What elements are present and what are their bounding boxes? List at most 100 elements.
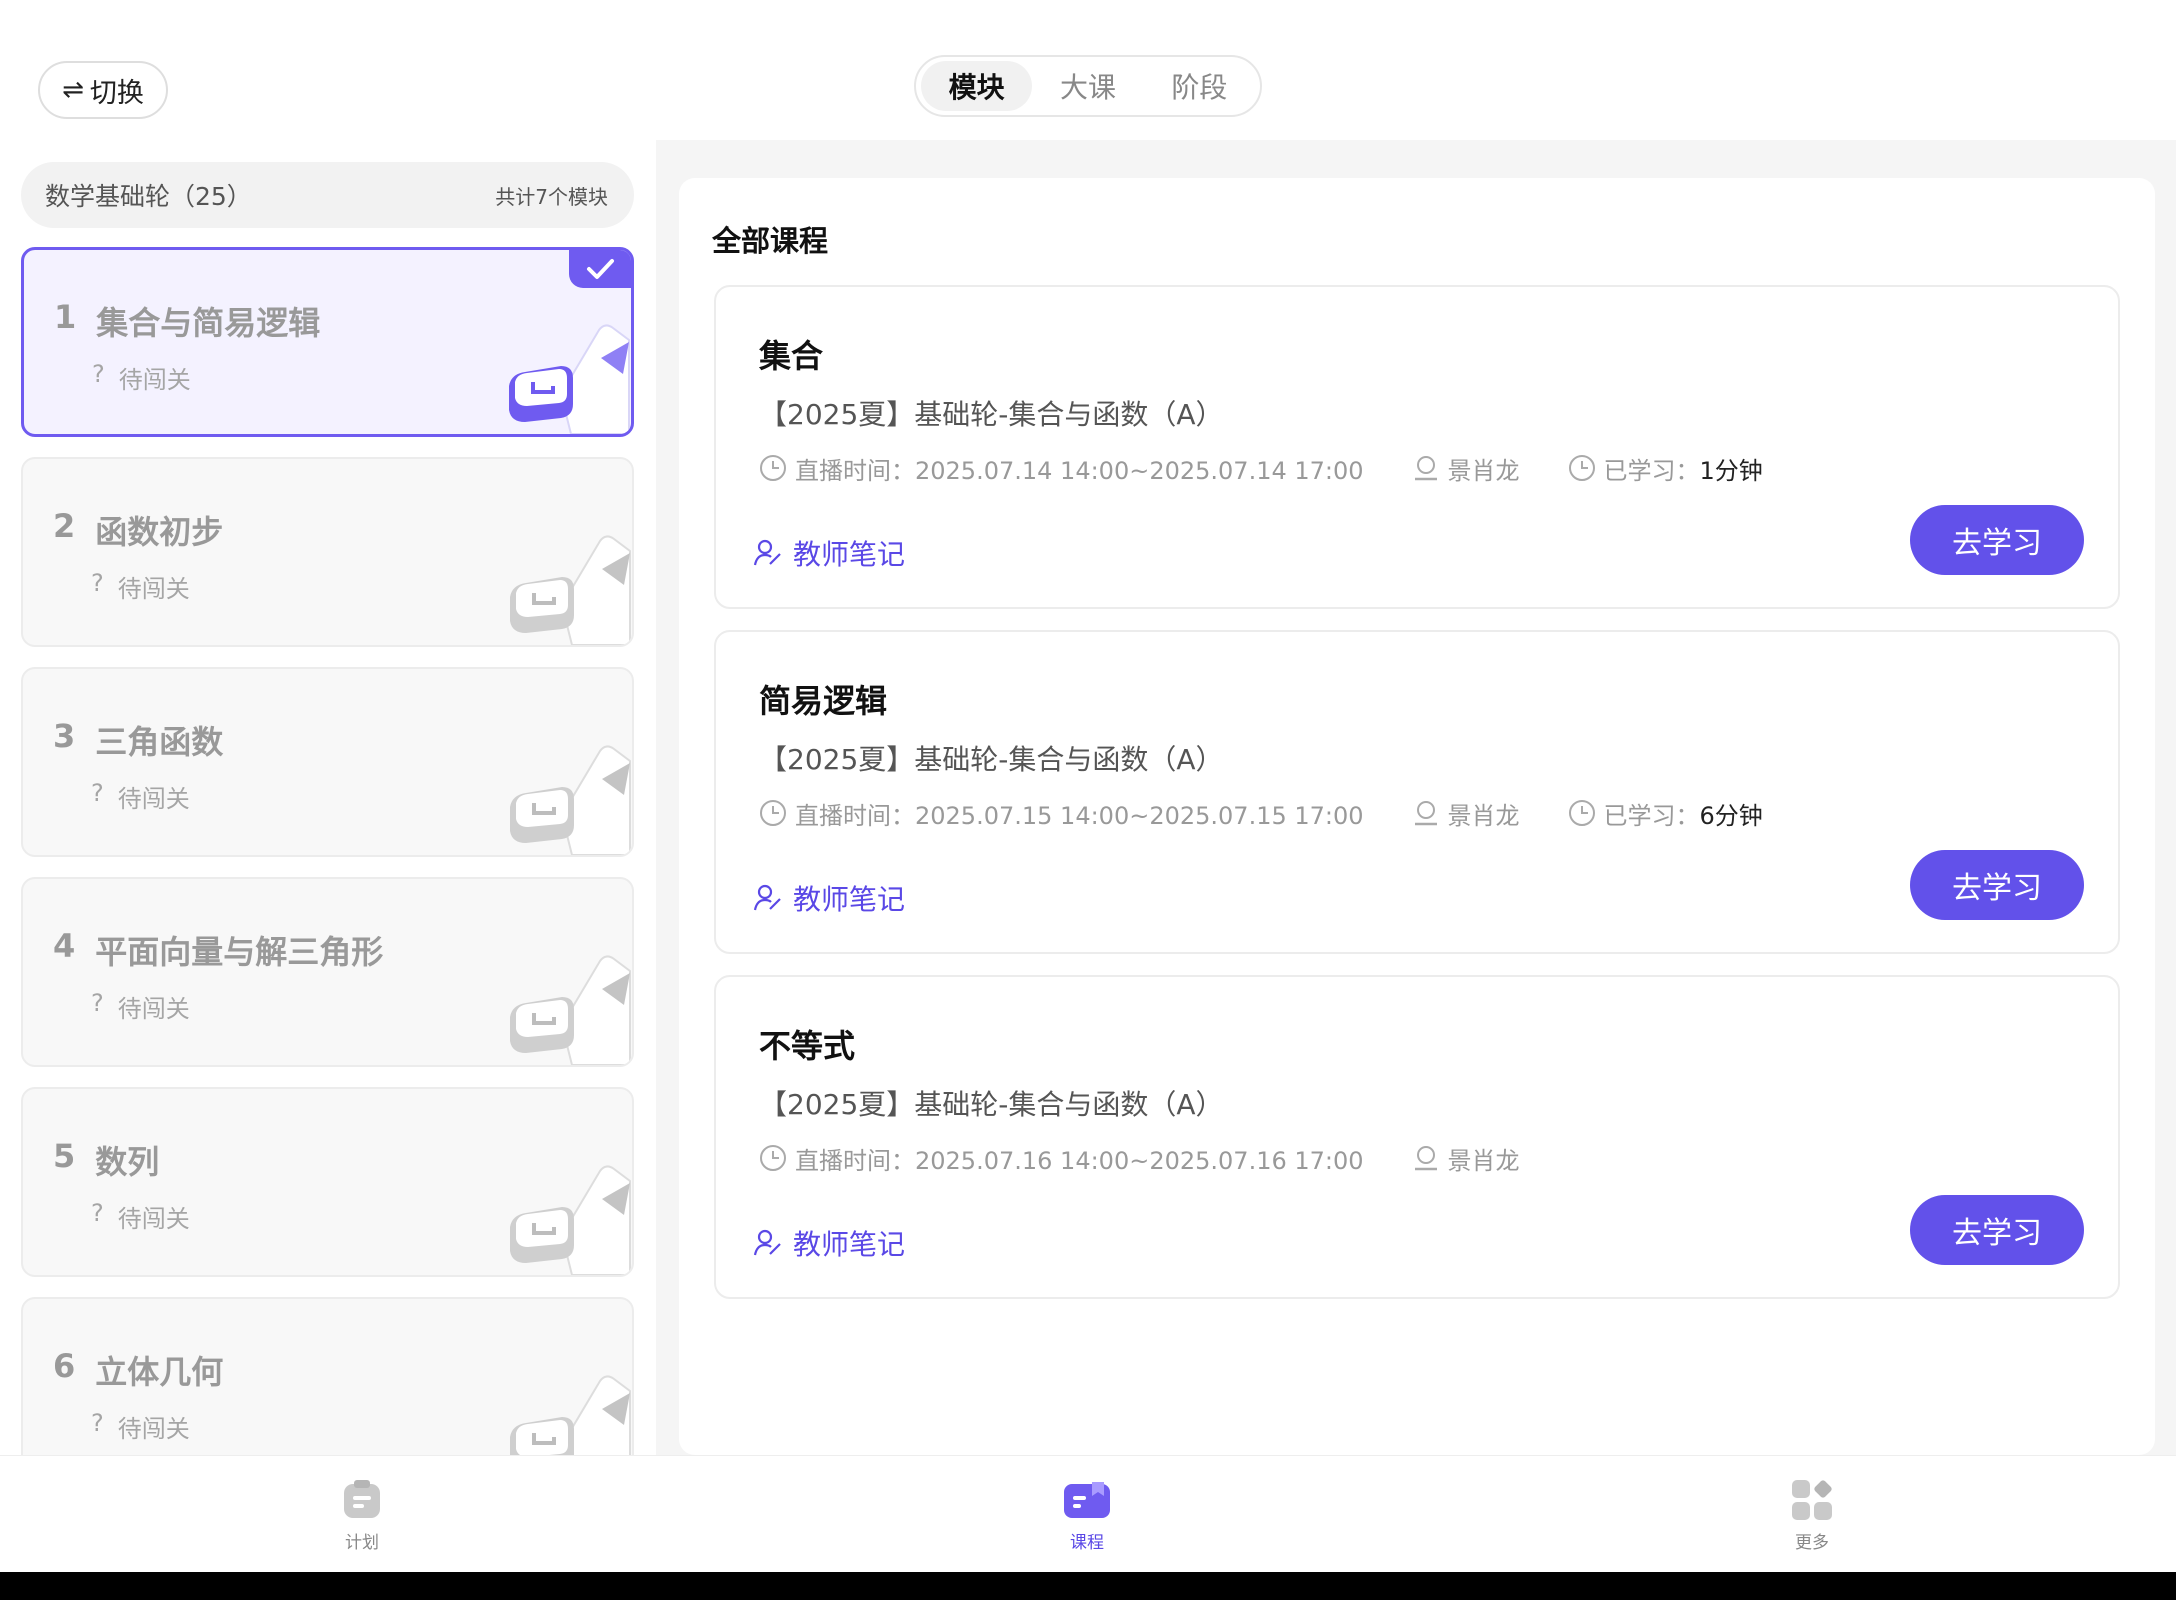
flag-book-icon xyxy=(510,745,631,855)
live-time-label: 直播时间： xyxy=(795,1146,915,1175)
module-title: 5 数列 xyxy=(53,1137,159,1183)
nav-more[interactable]: 更多 xyxy=(1752,1478,1872,1553)
live-time-label: 直播时间： xyxy=(795,456,915,485)
live-time: 直播时间：2025.07.14 14:00~2025.07.14 17:00 xyxy=(759,451,1364,486)
teacher-notes-link[interactable]: 教师笔记 xyxy=(753,1223,905,1263)
module-title: 4 平面向量与解三角形 xyxy=(53,927,383,973)
module-card-2[interactable]: 2 函数初步 ? 待闯关 xyxy=(21,457,634,647)
question-icon: ? xyxy=(92,360,105,388)
studied-label: 已学习： xyxy=(1603,801,1700,830)
module-number: 5 xyxy=(53,1137,76,1175)
course-card-3: 不等式 【2025夏】基础轮-集合与函数（A） 直播时间：2025.07.16 … xyxy=(714,975,2120,1299)
course-card-1: 集合 【2025夏】基础轮-集合与函数（A） 直播时间：2025.07.14 1… xyxy=(714,285,2120,609)
person-icon xyxy=(1414,1146,1437,1171)
teacher-note-icon xyxy=(753,1229,781,1256)
module-status-label: 待闯关 xyxy=(117,1205,190,1233)
teacher-notes-link[interactable]: 教师笔记 xyxy=(753,878,905,918)
question-icon: ? xyxy=(91,1409,104,1437)
bottom-navigation: 计划 课程 更多 xyxy=(0,1455,2176,1572)
flag-book-icon xyxy=(510,1165,631,1275)
course-subtitle: 【2025夏】基础轮-集合与函数（A） xyxy=(759,1088,1224,1121)
switch-button[interactable]: ⇌ 切换 xyxy=(38,61,168,119)
module-name: 数列 xyxy=(95,1143,160,1181)
course-subtitle: 【2025夏】基础轮-集合与函数（A） xyxy=(759,398,1224,431)
course-name: 集合 xyxy=(759,337,824,375)
course-meta: 直播时间：2025.07.16 14:00~2025.07.16 17:00 景… xyxy=(759,1141,1568,1175)
module-status: ? 待闯关 xyxy=(92,360,191,395)
switch-arrows-icon: ⇌ xyxy=(62,75,84,105)
flag-book-icon xyxy=(510,1375,631,1455)
teacher-name: 景肖龙 xyxy=(1447,801,1520,830)
tab-module[interactable]: 模块 xyxy=(921,61,1033,111)
go-study-button[interactable]: 去学习 xyxy=(1910,850,2084,920)
module-card-6[interactable]: 6 立体几何 ? 待闯关 xyxy=(21,1297,634,1455)
person-icon xyxy=(1414,456,1437,481)
live-time-value: 2025.07.14 14:00~2025.07.14 17:00 xyxy=(915,456,1364,485)
module-name: 函数初步 xyxy=(95,513,224,551)
module-group-header[interactable]: 数学基础轮（25） 共计7个模块 xyxy=(21,162,634,228)
tab-stage[interactable]: 阶段 xyxy=(1144,61,1255,111)
studied-duration: 已学习：1分钟 xyxy=(1568,451,1763,486)
group-count: 共计7个模块 xyxy=(495,184,608,209)
live-time: 直播时间：2025.07.16 14:00~2025.07.16 17:00 xyxy=(759,1141,1364,1176)
course-meta: 直播时间：2025.07.14 14:00~2025.07.14 17:00 景… xyxy=(759,451,1811,485)
question-icon: ? xyxy=(91,569,104,597)
studied-value: 6分钟 xyxy=(1699,801,1763,830)
module-name: 立体几何 xyxy=(95,1353,224,1391)
go-study-button[interactable]: 去学习 xyxy=(1910,505,2084,575)
module-number: 2 xyxy=(53,507,76,545)
nav-plan[interactable]: 计划 xyxy=(302,1478,422,1553)
clipboard-icon xyxy=(344,1480,380,1518)
module-status: ? 待闯关 xyxy=(91,779,190,814)
live-time-value: 2025.07.15 14:00~2025.07.15 17:00 xyxy=(915,801,1364,830)
live-time-value: 2025.07.16 14:00~2025.07.16 17:00 xyxy=(915,1146,1364,1175)
module-status-label: 待闯关 xyxy=(117,995,190,1023)
module-status-label: 待闯关 xyxy=(117,785,190,813)
tab-big-class[interactable]: 大课 xyxy=(1032,61,1143,111)
flag-book-icon xyxy=(510,535,631,645)
module-number: 4 xyxy=(53,927,76,965)
module-number: 6 xyxy=(53,1347,76,1385)
clock-icon xyxy=(760,800,786,826)
system-bar xyxy=(0,1572,2176,1600)
teacher-note-icon xyxy=(753,539,781,566)
studied-duration: 已学习：6分钟 xyxy=(1568,796,1763,831)
course-panel: 全部课程 集合 【2025夏】基础轮-集合与函数（A） 直播时间：2025.07… xyxy=(679,178,2155,1455)
module-card-1[interactable]: 1 集合与简易逻辑 ? 待闯关 xyxy=(21,247,634,437)
view-segmented-control: 模块 大课 阶段 xyxy=(914,55,1262,117)
clock-icon xyxy=(1568,800,1595,826)
live-time: 直播时间：2025.07.15 14:00~2025.07.15 17:00 xyxy=(759,796,1364,831)
book-icon xyxy=(1064,1482,1110,1518)
module-status-label: 待闯关 xyxy=(117,1415,190,1443)
studied-label: 已学习： xyxy=(1603,456,1700,485)
teacher-name: 景肖龙 xyxy=(1447,1146,1520,1175)
teacher-name: 景肖龙 xyxy=(1447,456,1520,485)
module-status: ? 待闯关 xyxy=(91,1199,190,1234)
teacher-notes-link[interactable]: 教师笔记 xyxy=(753,533,905,573)
nav-course[interactable]: 课程 xyxy=(1027,1478,1147,1553)
question-icon: ? xyxy=(91,989,104,1017)
module-title: 6 立体几何 xyxy=(53,1347,223,1393)
module-status: ? 待闯关 xyxy=(91,1409,190,1444)
selected-check-icon xyxy=(569,250,631,288)
nav-plan-label: 计划 xyxy=(345,1533,379,1553)
clock-icon xyxy=(760,1145,786,1171)
teacher-notes-label: 教师笔记 xyxy=(793,538,906,571)
clock-icon xyxy=(760,455,786,481)
module-card-5[interactable]: 5 数列 ? 待闯关 xyxy=(21,1087,634,1277)
person-icon xyxy=(1414,801,1437,826)
go-study-button[interactable]: 去学习 xyxy=(1910,1195,2084,1265)
teacher-note-icon xyxy=(753,884,781,911)
nav-course-label: 课程 xyxy=(1070,1533,1104,1553)
grid-icon xyxy=(1792,1480,1832,1520)
live-time-label: 直播时间： xyxy=(795,801,915,830)
module-card-3[interactable]: 3 三角函数 ? 待闯关 xyxy=(21,667,634,857)
switch-label: 切换 xyxy=(89,77,144,109)
nav-more-label: 更多 xyxy=(1795,1533,1829,1553)
module-card-4[interactable]: 4 平面向量与解三角形 ? 待闯关 xyxy=(21,877,634,1067)
module-number: 1 xyxy=(54,298,77,336)
teacher-notes-label: 教师笔记 xyxy=(793,883,906,916)
module-number: 3 xyxy=(53,717,76,755)
module-status: ? 待闯关 xyxy=(91,569,190,604)
module-name: 集合与简易逻辑 xyxy=(96,304,321,342)
